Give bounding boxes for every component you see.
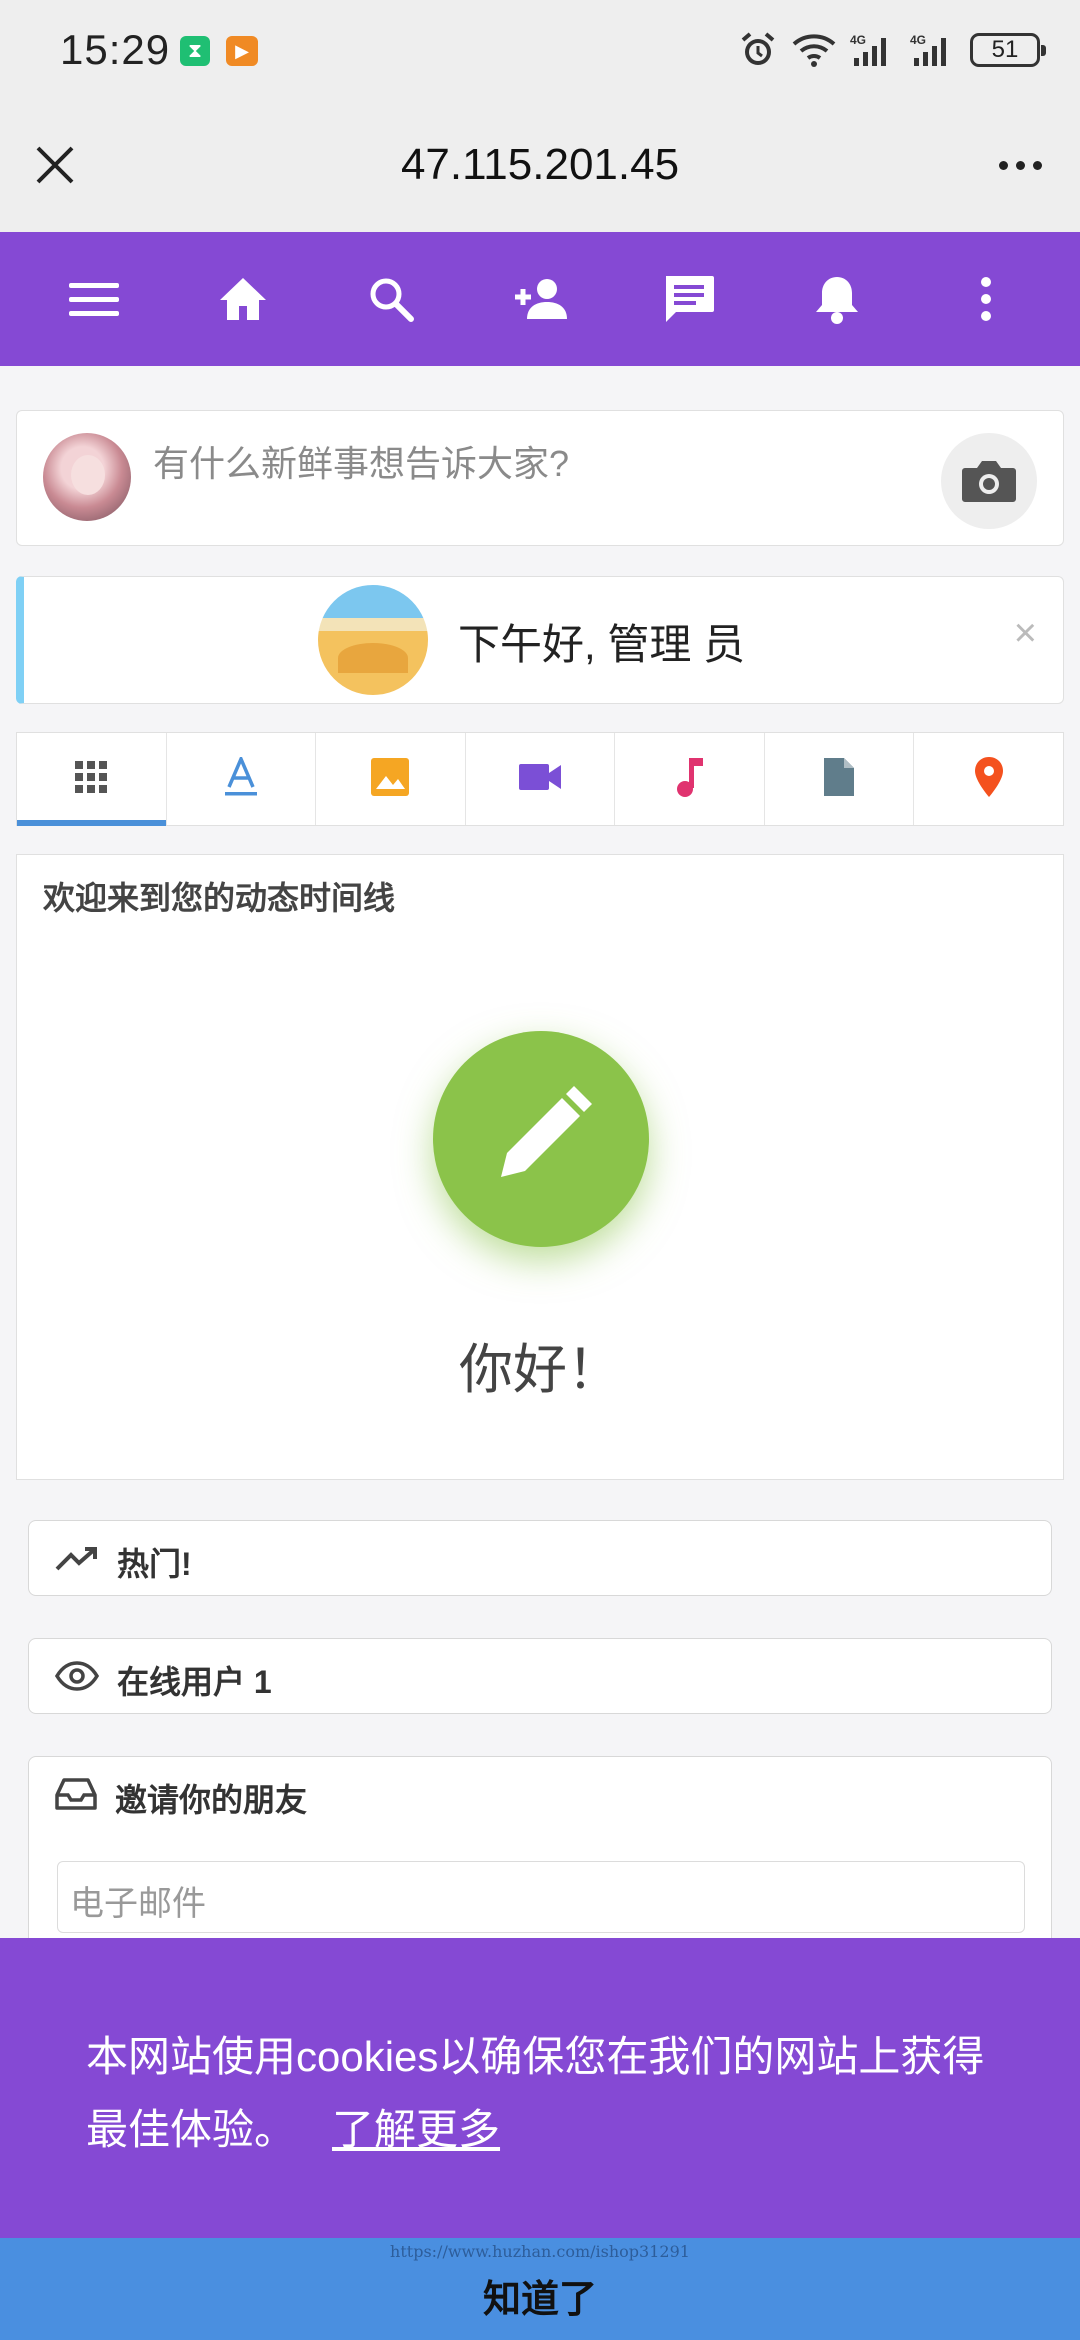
tab-music[interactable] [615, 733, 765, 825]
image-icon [370, 757, 410, 802]
search-icon[interactable] [351, 259, 431, 339]
play-icon: ▶ [226, 36, 258, 66]
trending-widget[interactable]: 热门! [28, 1520, 1052, 1596]
status-time: 15:29 [60, 26, 171, 73]
page-url-title: 47.115.201.45 [400, 140, 680, 189]
trending-icon [55, 1544, 99, 1581]
tab-all[interactable] [17, 733, 167, 826]
watermark-text: https://www.huzhan.com/ishop31291 [390, 2242, 690, 2261]
alarm-icon [738, 30, 778, 70]
camera-icon[interactable] [941, 433, 1037, 529]
cookie-message: 本网站使用cookies以确保您在我们的网站上获得最佳体验。 [86, 2033, 985, 2153]
wifi-icon [792, 32, 836, 68]
inbox-icon [55, 1777, 97, 1819]
more-vertical-icon[interactable] [946, 259, 1026, 339]
composer-placeholder[interactable]: 有什么新鲜事想告诉大家? [153, 435, 569, 487]
email-field[interactable]: 电子邮件 [57, 1861, 1025, 1933]
tab-text[interactable] [167, 733, 317, 825]
add-user-icon[interactable] [500, 259, 580, 339]
invite-title: 邀请你的朋友 [115, 1782, 308, 1818]
home-icon[interactable] [203, 259, 283, 339]
online-users-label: 在线用户 1 [117, 1664, 272, 1700]
browser-title-bar: 47.115.201.45 [0, 100, 1080, 232]
status-bar: 15:29 ⧗ ▶ 4G 4G 51 [0, 0, 1080, 100]
trending-label: 热门! [117, 1546, 192, 1582]
signal-4g-icon: 4G [850, 32, 896, 68]
tab-file[interactable] [765, 733, 915, 825]
post-composer[interactable]: 有什么新鲜事想告诉大家? [16, 410, 1064, 546]
greeting-banner: 下午好, 管理 员 × [16, 576, 1064, 704]
timeline-title: 欢迎来到您的动态时间线 [43, 880, 396, 916]
create-post-button[interactable] [433, 1031, 649, 1247]
post-type-tabs [16, 732, 1064, 826]
online-users-widget[interactable]: 在线用户 1 [28, 1638, 1052, 1714]
pencil-icon [486, 1082, 596, 1197]
invite-friends-widget: 邀请你的朋友 电子邮件 [28, 1756, 1052, 1956]
signal-4g-icon: 4G [910, 32, 956, 68]
video-icon [518, 762, 562, 797]
text-icon [223, 754, 259, 802]
close-icon[interactable]: × [1014, 613, 1037, 653]
timeline-welcome-card: 欢迎来到您的动态时间线 你好！ [16, 854, 1064, 1480]
battery-icon: 51 [970, 33, 1046, 67]
notifications-icon[interactable] [797, 259, 877, 339]
cookie-message-block: 本网站使用cookies以确保您在我们的网站上获得最佳体验。 了解更多 [86, 2020, 1016, 2166]
hello-text: 你好！ [459, 1340, 621, 1400]
avatar[interactable] [43, 433, 131, 521]
location-icon [973, 755, 1005, 804]
grid-icon [73, 759, 109, 800]
svg-text:4G: 4G [850, 33, 866, 47]
messages-icon[interactable] [649, 259, 729, 339]
app-navbar [0, 232, 1080, 366]
music-icon [675, 756, 705, 803]
file-icon [822, 756, 856, 803]
cookie-accept-button[interactable]: https://www.huzhan.com/ishop31291 知道了 [0, 2238, 1080, 2340]
hourglass-icon: ⧗ [180, 36, 210, 66]
desert-illustration [318, 585, 428, 695]
menu-icon[interactable] [54, 259, 134, 339]
eye-icon [54, 1661, 100, 1699]
accept-label: 知道了 [482, 2279, 597, 2321]
tab-photo[interactable] [316, 733, 466, 825]
tab-video[interactable] [466, 733, 616, 825]
more-horizontal-icon[interactable] [990, 140, 1050, 190]
learn-more-link[interactable]: 了解更多 [332, 2106, 500, 2153]
tab-location[interactable] [914, 733, 1063, 825]
cookie-banner: 本网站使用cookies以确保您在我们的网站上获得最佳体验。 了解更多 [0, 1938, 1080, 2238]
svg-text:4G: 4G [910, 33, 926, 47]
status-icons: 4G 4G 51 [738, 30, 1046, 70]
greeting-text: 下午好, 管理 员 [458, 621, 746, 668]
